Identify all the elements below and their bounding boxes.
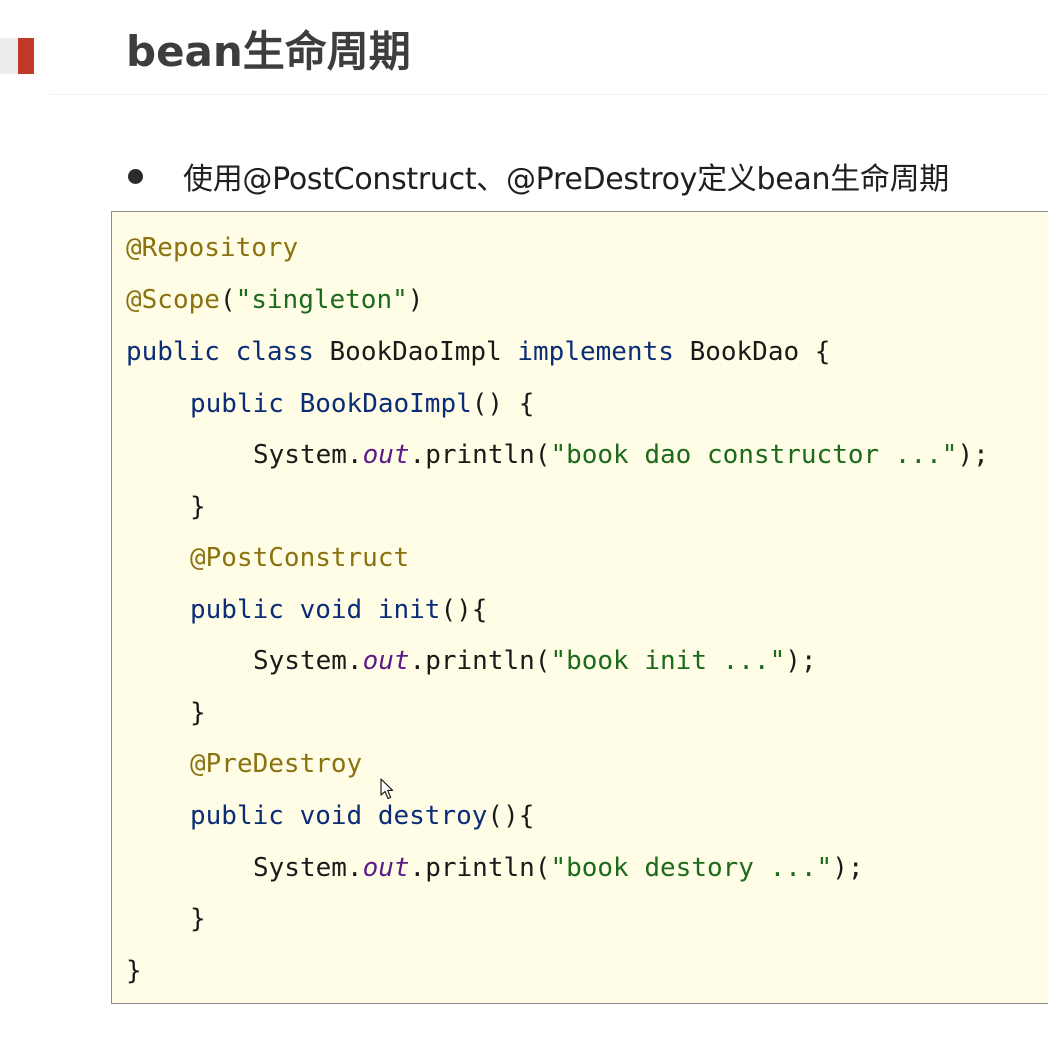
annotation-token: @PostConstruct [190,543,410,573]
code-line-8: public void init(){ [190,590,487,630]
slide: bean生命周期 使用@PostConstruct、@PreDestroy定义b… [0,0,1048,1042]
code-line-13: System.out.println("book destory ..."); [253,848,864,888]
code-line-11: @PreDestroy [190,744,362,784]
paren-token: ( [219,285,236,315]
code-token: ); [785,646,817,676]
code-line-10: } [190,693,206,733]
code-line-5: System.out.println("book dao constructor… [253,435,989,475]
string-literal: "singleton" [235,285,408,315]
string-literal: "book destory ..." [550,853,833,883]
code-token: (){ [487,801,535,831]
code-line-12: public void destroy(){ [190,796,534,836]
string-literal: "book init ..." [550,646,786,676]
code-line-15: } [126,951,142,991]
header-accent-bar [18,38,34,74]
brace-token: } [190,698,206,728]
field-token: out [362,646,410,676]
code-line-3: public class BookDaoImpl implements Book… [126,332,830,372]
code-token: System. [253,646,363,676]
brace-token: } [190,492,206,522]
code-line-2: @Scope("singleton") [126,280,423,320]
method-name: destroy [377,801,488,831]
header-accent-shade [0,38,18,74]
code-line-7: @PostConstruct [190,538,409,578]
string-literal: "book dao constructor ..." [550,440,958,470]
code-token: ); [957,440,989,470]
interface-name: BookDao [689,337,800,367]
page-title: bean生命周期 [126,27,411,76]
brace-token: { [814,337,831,367]
code-token: (){ [440,595,488,625]
code-line-14: } [190,899,206,939]
keyword-token: public [126,337,220,367]
keyword-token: public void [190,595,363,625]
field-token: out [362,853,410,883]
annotation-token: @Scope [126,285,220,315]
constructor-name: BookDaoImpl [299,389,472,419]
code-token: .println( [409,646,551,676]
bullet-icon [128,168,143,184]
code-token: System. [253,440,363,470]
annotation-token: @PreDestroy [190,749,363,779]
code-line-6: } [190,487,206,527]
keyword-token: class [235,337,314,367]
code-line-1: @Repository [126,228,298,268]
keyword-token: public void [190,801,363,831]
code-token: () { [471,389,535,419]
header-divider [50,94,1048,95]
paren-token: ) [407,285,424,315]
code-token: .println( [409,853,551,883]
code-line-9: System.out.println("book init ..."); [253,641,817,681]
annotation-token: @Repository [126,233,299,263]
class-name: BookDaoImpl [329,337,502,367]
code-token: .println( [409,440,551,470]
brace-token: } [126,956,142,986]
method-name: init [377,595,441,625]
code-block: @Repository @Scope("singleton") public c… [111,211,1048,1004]
field-token: out [362,440,410,470]
code-line-4: public BookDaoImpl() { [190,384,534,424]
bullet-text: 使用@PostConstruct、@PreDestroy定义bean生命周期 [183,162,950,197]
code-token: System. [253,853,363,883]
keyword-token: public [190,389,284,419]
bullet-item: 使用@PostConstruct、@PreDestroy定义bean生命周期 [126,154,949,198]
keyword-token: implements [517,337,674,367]
brace-token: } [190,904,206,934]
code-token: ); [832,853,864,883]
mouse-pointer-icon [380,778,394,800]
